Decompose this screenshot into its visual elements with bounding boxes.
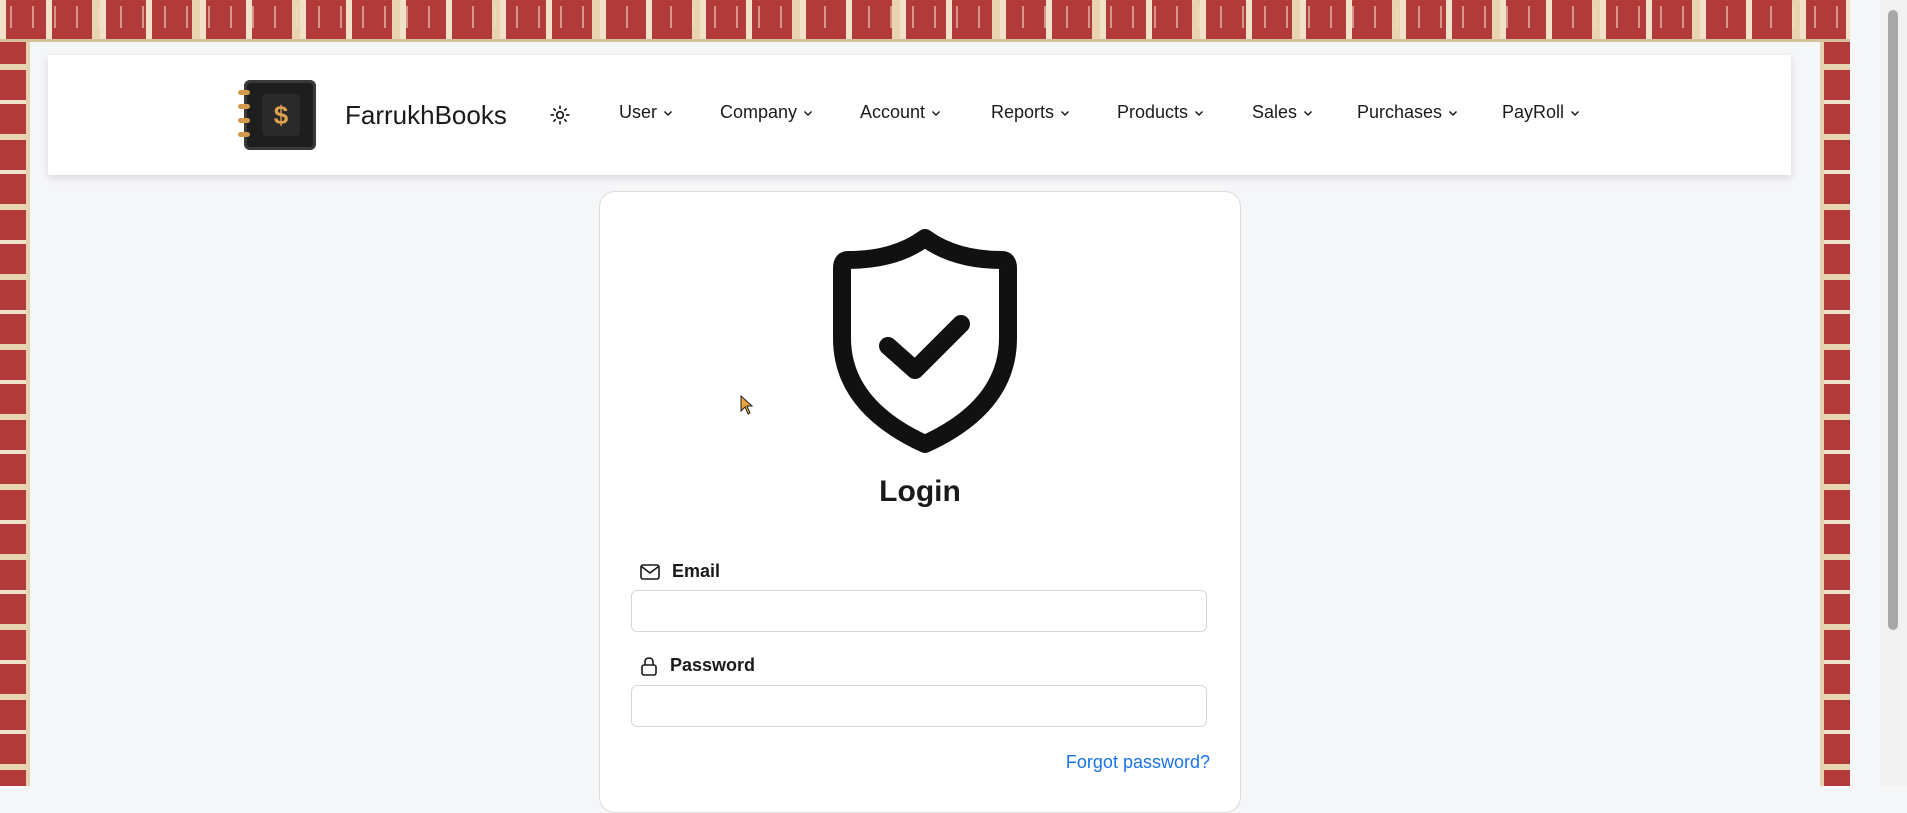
ledger-dollar-icon[interactable]: $ bbox=[238, 80, 316, 150]
nav-item-label: Account bbox=[860, 102, 926, 122]
shield-check-icon bbox=[833, 229, 1017, 453]
mouse-cursor-icon bbox=[740, 395, 754, 415]
nav-products-menu[interactable]: Products bbox=[1117, 102, 1204, 123]
password-label-text: Password bbox=[670, 655, 756, 675]
email-label-text: Email bbox=[672, 561, 721, 581]
forgot-password-link[interactable]: Forgot password? bbox=[1066, 752, 1210, 773]
nav-reports-menu[interactable]: Reports bbox=[991, 102, 1070, 123]
binder-ring bbox=[238, 104, 250, 109]
binder-ring bbox=[238, 90, 250, 95]
nav-item-label: Sales bbox=[1252, 102, 1298, 122]
chevron-down-icon bbox=[932, 110, 941, 116]
nav-payroll-menu[interactable]: PayRoll bbox=[1502, 102, 1580, 123]
nav-item-label: PayRoll bbox=[1502, 102, 1565, 122]
scrollbar-thumb[interactable] bbox=[1888, 10, 1898, 630]
login-card: Login Email Password Forgot password? bbox=[599, 191, 1241, 813]
chevron-down-icon bbox=[1449, 110, 1458, 116]
email-label: Email bbox=[640, 561, 720, 582]
nav-account-menu[interactable]: Account bbox=[860, 102, 941, 123]
lock-icon bbox=[641, 656, 657, 676]
nav-item-label: Reports bbox=[991, 102, 1055, 122]
email-field[interactable] bbox=[631, 590, 1207, 632]
nav-user-menu[interactable]: User bbox=[619, 102, 673, 123]
chevron-down-icon bbox=[1061, 110, 1070, 116]
top-navbar: $ FarrukhBooks User Company Account Repo… bbox=[48, 55, 1791, 175]
nav-item-label: Purchases bbox=[1357, 102, 1443, 122]
brand-name[interactable]: FarrukhBooks bbox=[345, 100, 507, 131]
ornamental-border-top bbox=[0, 0, 1850, 42]
nav-sales-menu[interactable]: Sales bbox=[1252, 102, 1313, 123]
nav-item-label: Products bbox=[1117, 102, 1189, 122]
nav-company-menu[interactable]: Company bbox=[720, 102, 813, 123]
nav-item-label: User bbox=[619, 102, 658, 122]
binder-ring bbox=[238, 118, 250, 123]
nav-item-label: Company bbox=[720, 102, 798, 122]
chevron-down-icon bbox=[1195, 110, 1204, 116]
mail-icon bbox=[640, 563, 660, 580]
chevron-down-icon bbox=[1571, 110, 1580, 116]
dollar-symbol: $ bbox=[262, 94, 300, 136]
password-field[interactable] bbox=[631, 685, 1207, 727]
chevron-down-icon bbox=[804, 110, 813, 116]
login-title: Login bbox=[879, 475, 961, 508]
password-label: Password bbox=[640, 655, 755, 676]
chevron-down-icon bbox=[663, 110, 673, 116]
chevron-down-icon bbox=[1304, 110, 1313, 116]
page-scrollbar[interactable] bbox=[1880, 0, 1907, 786]
binder-ring bbox=[238, 132, 250, 137]
ornamental-border-left bbox=[0, 0, 30, 786]
ornamental-border-right bbox=[1820, 0, 1850, 786]
nav-purchases-menu[interactable]: Purchases bbox=[1357, 102, 1458, 123]
sun-icon[interactable] bbox=[550, 105, 570, 125]
